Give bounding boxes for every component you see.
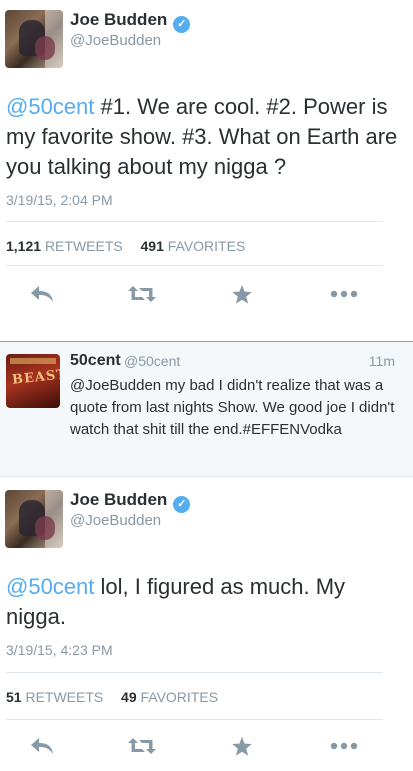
reply-icon (31, 738, 53, 754)
reply-tweet-card[interactable]: BEAST 50cent @50cent 11m @JoeBudden my b… (0, 341, 413, 477)
tweet-main: Joe Budden ✓ @JoeBudden @50cent #1. We ar… (0, 0, 413, 340)
author-handle[interactable]: @JoeBudden (70, 512, 161, 529)
retweet-button[interactable] (122, 731, 162, 761)
mention-link[interactable]: @50cent (6, 94, 94, 119)
mention-link[interactable]: @50cent (6, 574, 94, 599)
tweet-text: @50cent #1. We are cool. #2. Power is my… (6, 92, 406, 182)
divider (6, 221, 383, 222)
avatar-album-text: BEAST (11, 367, 60, 388)
tweet-actions (0, 731, 413, 761)
retweets-count[interactable]: 51 (6, 689, 22, 705)
author-name[interactable]: Joe Budden ✓ (70, 10, 191, 33)
author-name[interactable]: Joe Budden ✓ (70, 490, 191, 513)
verified-badge-icon: ✓ (173, 496, 191, 513)
verified-badge-icon: ✓ (173, 16, 191, 33)
more-dots-icon (330, 290, 358, 298)
retweets-label[interactable]: RETWEETS (25, 689, 103, 705)
favorites-count[interactable]: 49 (121, 689, 137, 705)
tweet-stats: 51 RETWEETS 49 FAVORITES (6, 689, 218, 705)
reply-time: 11m (368, 353, 395, 369)
star-icon (232, 284, 252, 304)
tweet-timestamp[interactable]: 3/19/15, 4:23 PM (6, 642, 113, 658)
favorites-label[interactable]: FAVORITES (168, 238, 246, 254)
avatar[interactable] (5, 10, 63, 68)
favorites-count[interactable]: 491 (141, 238, 164, 254)
tweet-text: @50cent lol, I figured as much. My nigga… (6, 572, 406, 632)
favorite-button[interactable] (222, 279, 262, 309)
reply-author-handle[interactable]: @50cent (124, 353, 180, 369)
reply-button[interactable] (22, 731, 62, 761)
tweet-stats: 1,121 RETWEETS 491 FAVORITES (6, 238, 245, 254)
reply-button[interactable] (22, 279, 62, 309)
retweet-icon (128, 286, 156, 302)
more-button[interactable] (324, 731, 364, 761)
more-dots-icon (330, 742, 358, 750)
retweet-button[interactable] (122, 279, 162, 309)
retweets-count[interactable]: 1,121 (6, 238, 41, 254)
star-icon (232, 736, 252, 756)
tweet-actions (0, 279, 413, 309)
reply-icon (31, 286, 53, 302)
divider (6, 672, 383, 673)
divider (6, 719, 383, 720)
retweet-icon (128, 738, 156, 754)
reply-avatar[interactable]: BEAST (6, 354, 60, 408)
divider (6, 265, 383, 266)
favorites-label[interactable]: FAVORITES (141, 689, 219, 705)
favorite-button[interactable] (222, 731, 262, 761)
retweets-label[interactable]: RETWEETS (45, 238, 123, 254)
avatar[interactable] (5, 490, 63, 548)
author-handle[interactable]: @JoeBudden (70, 32, 161, 49)
reply-text: @JoeBudden my bad I didn't realize that … (70, 377, 395, 438)
more-button[interactable] (324, 279, 364, 309)
tweet-response: Joe Budden ✓ @JoeBudden @50cent lol, I fi… (0, 478, 413, 771)
reply-author-name[interactable]: 50cent (70, 352, 121, 370)
tweet-timestamp[interactable]: 3/19/15, 2:04 PM (6, 192, 113, 208)
